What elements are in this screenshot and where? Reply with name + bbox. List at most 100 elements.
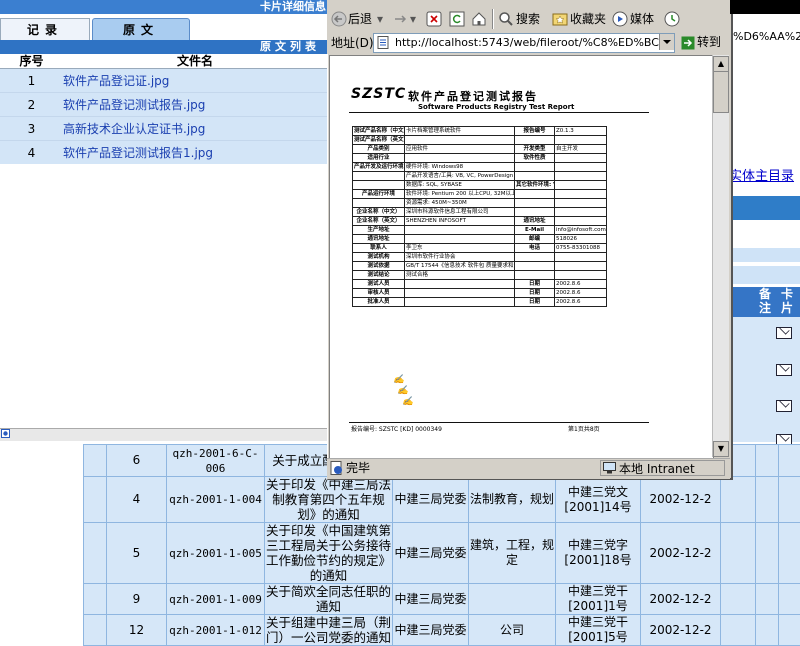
- file-num: 1: [0, 69, 63, 93]
- report-form-cell: 卡片档案管理系统软件: [405, 127, 515, 136]
- report-form-cell: 2002.8.6: [555, 289, 607, 298]
- go-button[interactable]: 转到: [697, 33, 743, 52]
- row-date: 2002-12-2: [641, 584, 721, 615]
- report-form-cell: 测试产品名称（英文）: [353, 136, 405, 145]
- history-icon[interactable]: [664, 11, 680, 27]
- file-num: 4: [0, 141, 63, 165]
- address-dropdown-icon[interactable]: [659, 34, 674, 50]
- tab-record[interactable]: 记录: [0, 18, 90, 41]
- report-form-cell: 测试结论: [353, 271, 405, 280]
- address-value[interactable]: http://localhost:5743/web/fileroot/%C8%E…: [395, 35, 669, 51]
- media-button[interactable]: 媒体: [630, 10, 654, 28]
- go-arrow-icon[interactable]: [681, 36, 695, 50]
- report-form-cell: 产品开发语言/工具: VB, VC, PowerDesign: [405, 172, 515, 181]
- row-title[interactable]: 关于简欢全同志任职的通知: [265, 584, 393, 615]
- scroll-down-icon[interactable]: ▼: [713, 441, 729, 457]
- file-link[interactable]: 软件产品登记测试报告.jpg: [63, 93, 327, 117]
- scroll-up-icon[interactable]: ▲: [713, 56, 729, 72]
- report-form-cell: [555, 136, 607, 145]
- report-form-cell: Z0.1.3: [555, 127, 607, 136]
- report-form-row: 产品开发及运行环境硬件环境: Windows98: [353, 163, 607, 172]
- approver-signature: ✍: [402, 397, 413, 407]
- table-row[interactable]: 9 qzh-2001-1-009 关于简欢全同志任职的通知 中建三局党委 中建三…: [84, 584, 800, 615]
- report-form-cell: 批准人员: [353, 298, 405, 307]
- column-header-card: 卡片: [776, 287, 798, 317]
- row-seq: 6: [107, 445, 167, 477]
- media-icon[interactable]: [612, 11, 628, 27]
- background-filter-row: [729, 248, 800, 262]
- report-form-cell: 日期: [515, 289, 555, 298]
- card-mail-icon[interactable]: [776, 364, 792, 376]
- windows-logo-corner: [730, 0, 800, 14]
- report-form-row: 测试人员日期2002.8.6: [353, 280, 607, 289]
- row-date: 2002-12-2: [641, 477, 721, 523]
- report-form-cell: [405, 235, 515, 244]
- file-link[interactable]: 软件产品登记测试报告1.jpg: [63, 141, 327, 165]
- file-num: 3: [0, 117, 63, 141]
- report-form-cell: [353, 172, 405, 181]
- report-form-cell: [515, 262, 555, 271]
- search-button[interactable]: 搜索: [516, 10, 540, 28]
- report-form-cell: 报告编号: [515, 127, 555, 136]
- back-dropdown-icon[interactable]: ▾: [377, 10, 383, 28]
- report-form-cell: [353, 181, 405, 190]
- report-form-cell: [405, 136, 515, 145]
- background-filter-row-2: [729, 266, 800, 284]
- report-form-row: 审核人员日期2002.8.6: [353, 289, 607, 298]
- stop-icon[interactable]: [426, 11, 442, 27]
- report-form-cell: [405, 154, 515, 163]
- file-list-title: 原文列表: [260, 40, 320, 54]
- file-row[interactable]: 4 软件产品登记测试报告1.jpg: [0, 141, 327, 165]
- report-form-row: 适用行业软件性质: [353, 154, 607, 163]
- report-form-cell: [555, 190, 607, 199]
- column-header-filename: 文件名: [63, 54, 327, 69]
- report-form-cell: [515, 136, 555, 145]
- report-form-cell: [555, 172, 607, 181]
- file-row[interactable]: 3 高新技术企业认定证书.jpg: [0, 117, 327, 141]
- card-window-title: 卡片详细信息: [260, 0, 326, 14]
- row-title[interactable]: 关于组建中建三局（荆门）一公司党委的通知: [265, 615, 393, 646]
- entity-main-catalog-link[interactable]: 实体主目录: [729, 165, 794, 184]
- favorites-button[interactable]: 收藏夹: [570, 10, 606, 28]
- report-form-cell: [405, 280, 515, 289]
- file-row[interactable]: 1 软件产品登记证.jpg: [0, 69, 327, 93]
- tester-signature: ✍: [393, 375, 404, 385]
- table-row[interactable]: 12 qzh-2001-1-012 关于组建中建三局（荆门）一公司党委的通知 中…: [84, 615, 800, 646]
- file-row[interactable]: 2 软件产品登记测试报告.jpg: [0, 93, 327, 117]
- row-seq: 12: [107, 615, 167, 646]
- report-form-row: 通讯地址邮编518026: [353, 235, 607, 244]
- report-form-cell: 测试产品名称（中文）: [353, 127, 405, 136]
- file-link[interactable]: 高新技术企业认定证书.jpg: [63, 117, 327, 141]
- intranet-icon: [603, 462, 616, 474]
- row-code: qzh-2001-1-005: [167, 523, 265, 584]
- report-form-cell: 李卫东: [405, 244, 515, 253]
- card-mail-icon[interactable]: [776, 327, 792, 339]
- home-icon[interactable]: [471, 11, 487, 27]
- row-org: 中建三局党委: [393, 584, 469, 615]
- forward-dropdown-icon[interactable]: ▾: [410, 10, 416, 28]
- toolbar-separator: [492, 9, 494, 29]
- row-docnum: 中建三党文[2001]14号: [556, 477, 641, 523]
- table-row[interactable]: 5 qzh-2001-1-005 关于印发《中国建筑第三工程局关于公务接待工作勤…: [84, 523, 800, 584]
- report-form-cell: 自主开发: [555, 145, 607, 154]
- report-form-row: 联系人李卫东电话0755-83301088: [353, 244, 607, 253]
- vertical-scrollbar[interactable]: [712, 55, 729, 457]
- scrollbar-thumb[interactable]: [713, 71, 729, 113]
- report-form-cell: [515, 208, 555, 217]
- card-mail-icon[interactable]: [776, 400, 792, 412]
- back-arrow-icon[interactable]: [331, 11, 347, 27]
- row-title[interactable]: 关于印发《中国建筑第三工程局关于公务接待工作勤俭节约的规定》的通知: [265, 523, 393, 584]
- tab-original[interactable]: 原文: [92, 18, 190, 41]
- refresh-icon[interactable]: [449, 11, 465, 27]
- forward-arrow-icon[interactable]: [392, 12, 408, 26]
- table-row[interactable]: 4 qzh-2001-1-004 关于印发《中建三局法制教育第四个五年规划》的通…: [84, 477, 800, 523]
- row-title[interactable]: 关于印发《中建三局法制教育第四个五年规划》的通知: [265, 477, 393, 523]
- row-date: 2002-12-2: [641, 523, 721, 584]
- report-form-cell: [515, 163, 555, 172]
- file-link[interactable]: 软件产品登记证.jpg: [63, 69, 327, 93]
- report-form-cell: [555, 262, 607, 271]
- search-icon[interactable]: [498, 11, 514, 27]
- favorites-icon[interactable]: [552, 11, 568, 27]
- back-button[interactable]: 后退: [348, 10, 372, 28]
- report-form-row: 产品开发语言/工具: VB, VC, PowerDesign: [353, 172, 607, 181]
